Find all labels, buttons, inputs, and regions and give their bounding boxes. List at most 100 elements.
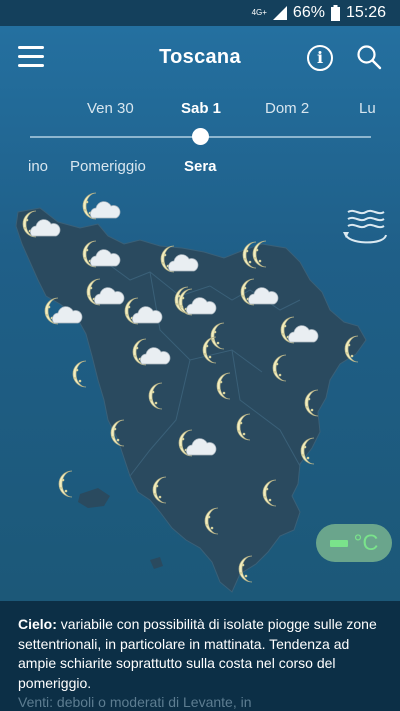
moon-crater (85, 200, 89, 204)
moon-crater (78, 379, 82, 383)
moon-crater (255, 248, 259, 252)
moon-crater (222, 391, 226, 395)
moon-crater (205, 523, 209, 527)
moon-cloud-icon[interactable] (82, 192, 121, 220)
moon-crater (263, 495, 267, 499)
moon-crater (207, 515, 211, 519)
giglio-island (150, 557, 163, 569)
moon-only-icon[interactable] (72, 360, 87, 388)
tab-day-ven-30[interactable]: Ven 30 (87, 100, 134, 117)
moon-crater (75, 368, 79, 372)
moon-crater (163, 253, 167, 257)
forecast-next-line: Venti: deboli o moderati di Levante, in (18, 694, 252, 710)
moon-crater (85, 248, 89, 252)
tab-period-sera[interactable]: Sera (184, 158, 217, 175)
moon-crater (133, 354, 137, 358)
moon-crater (241, 294, 245, 298)
moon-crater (219, 380, 223, 384)
moon-crater (161, 261, 165, 265)
moon-crater (89, 286, 93, 290)
moon-crater (283, 324, 287, 328)
moon-crater (245, 249, 249, 253)
moon-crater (47, 305, 51, 309)
moon-crater (248, 260, 252, 264)
moon-crater (23, 226, 27, 230)
unit-indicator-bar (329, 539, 348, 547)
battery-icon (330, 5, 340, 21)
wind-line (347, 216, 385, 222)
moon-crater (258, 259, 262, 263)
moon-crater (243, 286, 247, 290)
day-tabs: Ven 30 Sab 1 Dom 2 Lu (0, 100, 400, 120)
moon-crater (203, 352, 207, 356)
moon-crater (113, 427, 117, 431)
time-slider-thumb[interactable] (192, 128, 209, 145)
moon-crater (149, 398, 153, 402)
moon-icon (58, 470, 73, 498)
moon-crater (273, 370, 277, 374)
unit-label: °C (353, 530, 379, 555)
moon-crater (125, 313, 129, 317)
moon-crater (243, 257, 247, 261)
moon-crater (181, 437, 185, 441)
moon-crater (179, 445, 183, 449)
forecast-text: Cielo: variabile con possibilità di isol… (18, 615, 384, 693)
clock: 15:26 (345, 4, 386, 21)
moon-crater (305, 405, 309, 409)
moon-crater (155, 484, 159, 488)
moon-crater (303, 445, 307, 449)
forecast-body: variabile con possibilità di isolate pio… (18, 616, 377, 691)
tab-day-sab-1[interactable]: Sab 1 (181, 100, 221, 117)
search-icon[interactable] (356, 44, 382, 70)
moon-crater (135, 346, 139, 350)
moon-crater (239, 571, 243, 575)
moon-crater (244, 574, 248, 578)
moon-crater (210, 526, 214, 530)
moon-crater (151, 390, 155, 394)
moon-crater (239, 421, 243, 425)
elba-island (78, 488, 110, 508)
moon-crater (25, 218, 29, 222)
rotate-arrow (345, 233, 387, 244)
moon-crater (180, 305, 184, 309)
moon-crater (310, 408, 314, 412)
moon-crater (350, 354, 354, 358)
unit-toggle-button[interactable]: °C (316, 524, 392, 562)
app-bar: Toscana i (0, 26, 400, 90)
moon-crater (213, 330, 217, 334)
moon-crater (127, 305, 131, 309)
cloud-icon (90, 201, 121, 219)
moon-crater (59, 486, 63, 490)
moon-crater (83, 208, 87, 212)
forecast-panel: Cielo: variabile con possibilità di isol… (0, 601, 400, 711)
moon-crater (177, 294, 181, 298)
moon-crater (83, 256, 87, 260)
moon-icon (72, 360, 87, 388)
moon-crater (242, 432, 246, 436)
forecast-label: Cielo: (18, 616, 57, 632)
moon-crater (253, 256, 257, 260)
tab-day-dom-2[interactable]: Dom 2 (265, 100, 309, 117)
moon-crater (281, 332, 285, 336)
moon-crater (73, 376, 77, 380)
moon-crater (45, 313, 49, 317)
moon-crater (265, 487, 269, 491)
wind-line (347, 209, 385, 215)
battery-percent: 66% (292, 4, 325, 21)
wind-icon[interactable] (340, 204, 390, 248)
moon-crater (208, 355, 212, 359)
moon-crater (216, 341, 220, 345)
info-button[interactable]: i (307, 45, 333, 71)
moon-crater (278, 373, 282, 377)
moon-crater (87, 294, 91, 298)
moon-crater (237, 429, 241, 433)
moon-only-icon[interactable] (58, 470, 73, 498)
period-tabs: ino Pomeriggio Sera (0, 158, 400, 178)
tab-day-lu[interactable]: Lu (359, 100, 376, 117)
tab-period-pomeriggio[interactable]: Pomeriggio (70, 158, 146, 175)
tab-period-mattino[interactable]: ino (28, 158, 48, 175)
moon-crater (217, 388, 221, 392)
info-icon: i (316, 48, 324, 67)
moon-crater (64, 489, 68, 493)
network-indicator: 4G+ (251, 8, 267, 17)
